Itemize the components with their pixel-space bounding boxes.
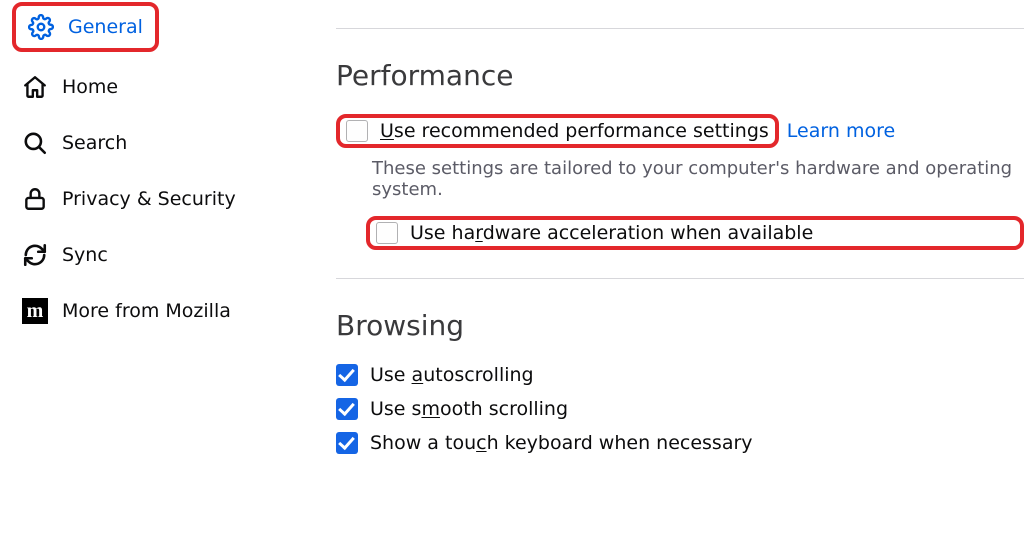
divider — [336, 28, 1024, 29]
checkbox-label[interactable]: Use hardware acceleration when available — [410, 222, 813, 244]
checkbox-touch-keyboard[interactable] — [336, 432, 358, 454]
checkbox-label[interactable]: Show a touch keyboard when necessary — [370, 432, 753, 454]
checkbox-autoscrolling[interactable] — [336, 364, 358, 386]
lock-icon — [22, 186, 48, 212]
sidebar-item-privacy-security[interactable]: Privacy & Security — [12, 178, 268, 220]
sidebar-item-label: More from Mozilla — [62, 300, 231, 322]
checkbox-label[interactable]: Use smooth scrolling — [370, 398, 568, 420]
checkbox-label[interactable]: Use autoscrolling — [370, 364, 534, 386]
sidebar-item-general[interactable]: General — [18, 6, 153, 48]
mozilla-icon: m — [22, 298, 48, 324]
section-title-browsing: Browsing — [336, 309, 1024, 342]
sidebar-item-home[interactable]: Home — [12, 66, 268, 108]
home-icon — [22, 74, 48, 100]
performance-subtext: These settings are tailored to your comp… — [372, 158, 1024, 200]
sync-icon — [22, 242, 48, 268]
sidebar-item-label: Sync — [62, 244, 108, 266]
sidebar-item-label: Home — [62, 76, 118, 98]
annotation-highlight: Use recommended performance settings — [336, 114, 779, 148]
sidebar-item-label: Search — [62, 132, 127, 154]
annotation-highlight: General — [12, 2, 159, 52]
learn-more-link[interactable]: Learn more — [787, 120, 895, 142]
section-title-performance: Performance — [336, 59, 1024, 92]
sidebar-item-more-mozilla[interactable]: m More from Mozilla — [12, 290, 268, 332]
sidebar-item-sync[interactable]: Sync — [12, 234, 268, 276]
checkbox-smooth-scrolling[interactable] — [336, 398, 358, 420]
search-icon — [22, 130, 48, 156]
checkbox-hardware-acceleration[interactable] — [376, 222, 398, 244]
gear-icon — [28, 14, 54, 40]
checkbox-label[interactable]: Use recommended performance settings — [380, 120, 769, 142]
sidebar-item-search[interactable]: Search — [12, 122, 268, 164]
annotation-highlight: Use hardware acceleration when available — [366, 216, 1024, 250]
checkbox-recommended-performance[interactable] — [346, 120, 368, 142]
settings-main: Performance Use recommended performance … — [280, 0, 1024, 553]
sidebar-item-label: Privacy & Security — [62, 188, 236, 210]
sidebar-item-label: General — [68, 16, 143, 38]
settings-sidebar: General Home Search Privacy & Securi — [0, 0, 280, 553]
divider — [336, 278, 1024, 279]
